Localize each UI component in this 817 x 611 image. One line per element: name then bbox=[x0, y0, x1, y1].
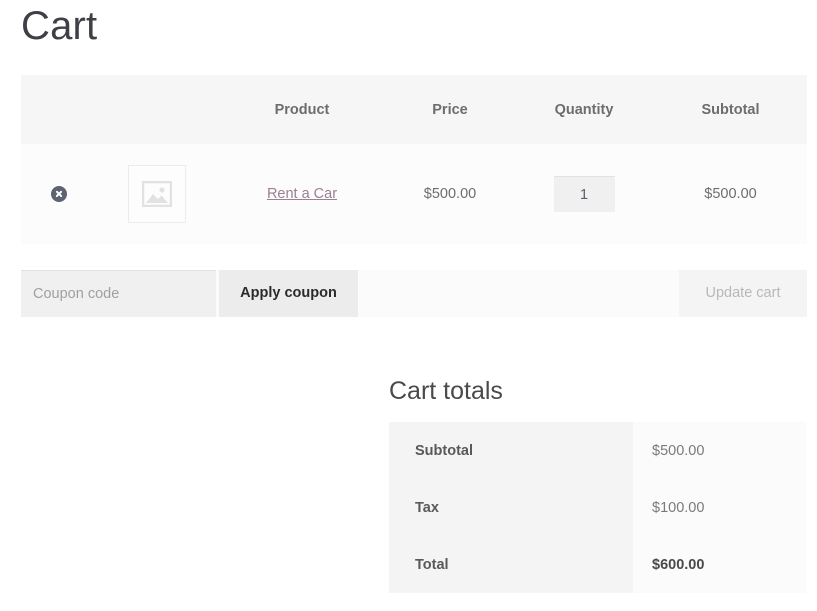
cell-subtotal: $500.00 bbox=[704, 186, 757, 202]
column-header-thumbnail bbox=[96, 75, 218, 144]
totals-row-tax: Tax $100.00 bbox=[389, 479, 806, 536]
cart-totals-heading: Cart totals bbox=[389, 377, 503, 405]
column-header-subtotal: Subtotal bbox=[701, 101, 760, 118]
update-cart-button[interactable]: Update cart bbox=[679, 270, 807, 317]
table-row: Rent a Car $500.00 $500.00 bbox=[21, 144, 807, 244]
cart-totals-table: Subtotal $500.00 Tax $100.00 Total $600.… bbox=[389, 422, 806, 593]
coupon-code-input[interactable] bbox=[21, 270, 216, 317]
totals-label-subtotal: Subtotal bbox=[389, 422, 633, 479]
page-title: Cart bbox=[21, 4, 98, 48]
cell-product-name: Rent a Car bbox=[218, 144, 386, 244]
cell-quantity bbox=[514, 144, 654, 244]
product-thumbnail[interactable] bbox=[128, 165, 186, 223]
remove-circle-x-icon[interactable] bbox=[50, 186, 67, 203]
cart-table: Product Price Quantity Subtotal Rent a C… bbox=[21, 75, 807, 244]
column-header-price: Price bbox=[432, 101, 468, 118]
column-header-product: Product bbox=[274, 101, 330, 118]
cell-thumbnail bbox=[96, 144, 218, 244]
totals-row-total: Total $600.00 bbox=[389, 536, 806, 593]
cart-table-header-row: Product Price Quantity Subtotal bbox=[21, 75, 807, 144]
totals-label-tax: Tax bbox=[389, 479, 633, 536]
cell-remove bbox=[21, 144, 96, 244]
totals-value-tax: $100.00 bbox=[633, 479, 806, 536]
cart-actions-bar: Apply coupon Update cart bbox=[21, 270, 807, 317]
totals-label-total: Total bbox=[389, 536, 633, 593]
product-link[interactable]: Rent a Car bbox=[267, 186, 337, 202]
totals-value-subtotal: $500.00 bbox=[633, 422, 806, 479]
cell-price: $500.00 bbox=[423, 186, 477, 202]
column-header-remove bbox=[21, 75, 96, 144]
totals-value-total: $600.00 bbox=[633, 536, 806, 593]
quantity-input[interactable] bbox=[553, 176, 615, 212]
column-header-quantity: Quantity bbox=[554, 101, 614, 118]
apply-coupon-button[interactable]: Apply coupon bbox=[219, 270, 358, 317]
totals-row-subtotal: Subtotal $500.00 bbox=[389, 422, 806, 479]
image-placeholder-icon bbox=[142, 181, 172, 207]
